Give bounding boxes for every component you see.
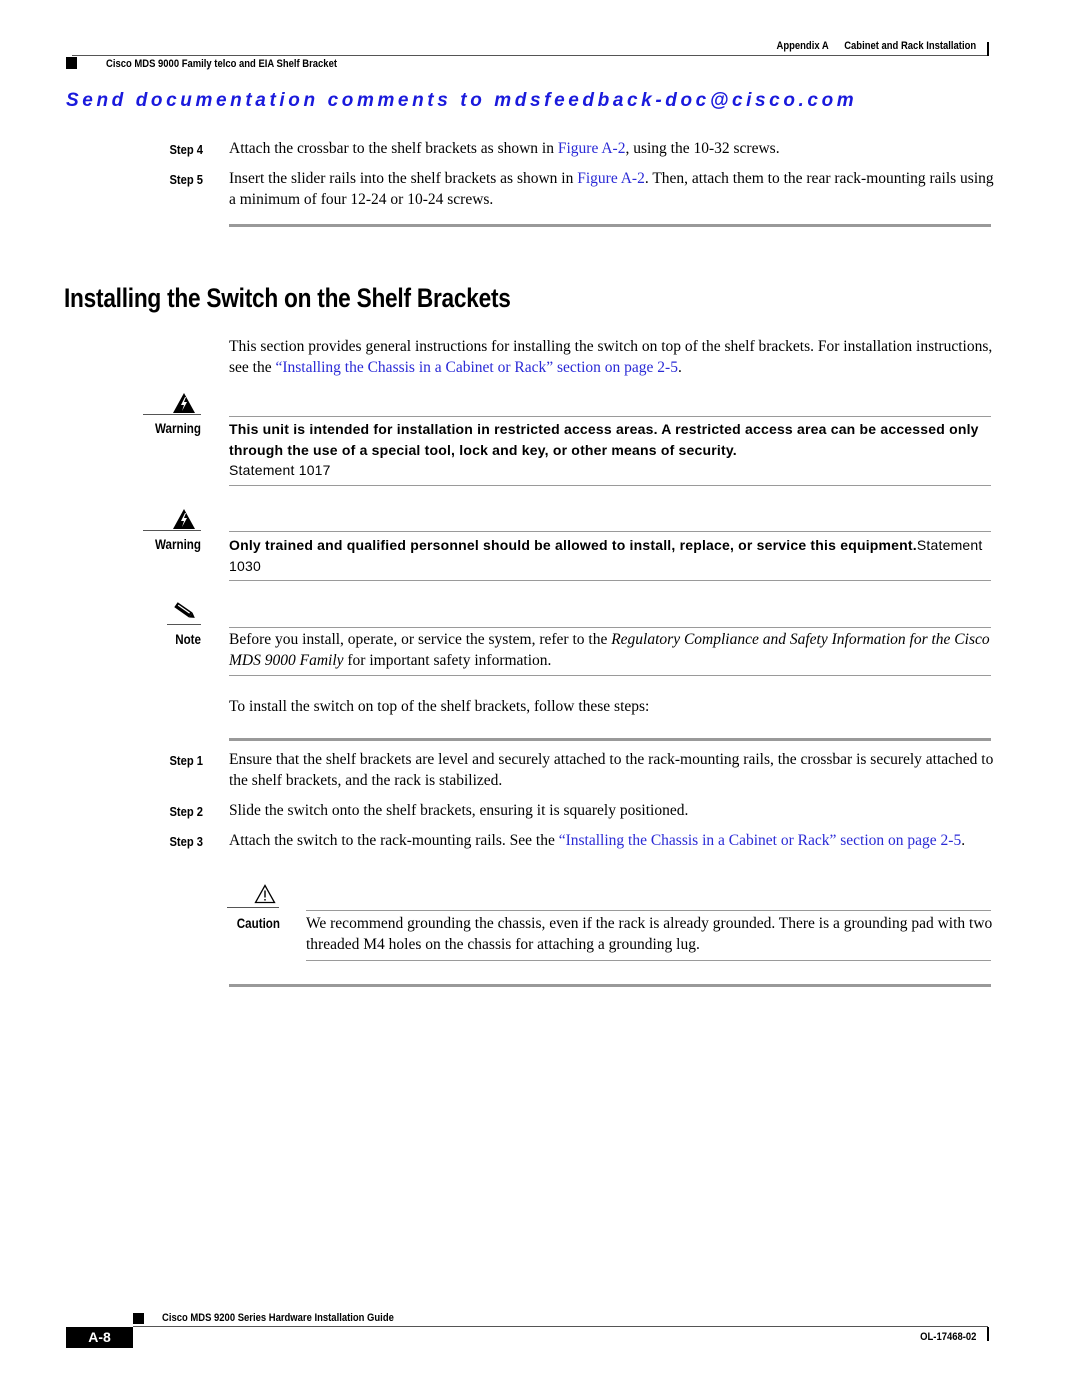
admonition-icon-rule <box>227 907 279 908</box>
chapter-title: Cabinet and Rack Installation <box>844 40 976 52</box>
warning-text: This unit is intended for installation i… <box>229 421 979 478</box>
warning-bottom-rule <box>229 485 991 486</box>
statement-number: Statement 1017 <box>229 462 331 478</box>
running-header-section: Cisco MDS 9000 Family telco and EIA Shel… <box>106 58 337 70</box>
caution-text: We recommend grounding the chassis, even… <box>306 915 993 953</box>
figure-link[interactable]: Figure A-2 <box>577 170 645 187</box>
step-text: Attach the switch to the rack-mounting r… <box>229 832 966 849</box>
caution-bottom-rule <box>306 960 991 961</box>
note-top-rule <box>229 627 991 628</box>
warning-lightning-icon <box>173 509 195 529</box>
admonition-icon-rule <box>167 624 201 625</box>
step-label: Step 1 <box>169 753 203 768</box>
note-text: Before you install, operate, or service … <box>229 631 990 669</box>
step-label: Step 3 <box>169 834 203 849</box>
procedure-start-rule <box>229 738 991 741</box>
appendix-label: Appendix A <box>776 40 829 52</box>
warning-bottom-rule <box>229 580 991 581</box>
pencil-icon <box>174 602 195 618</box>
warning-label: Warning <box>154 421 201 436</box>
page-number: A-8 <box>66 1327 133 1348</box>
footer-bar-marker <box>987 1327 989 1341</box>
admonition-icon-rule <box>143 530 201 531</box>
warning-top-rule <box>229 416 991 417</box>
footer-block-marker <box>133 1313 144 1324</box>
warning-lightning-icon <box>173 393 195 413</box>
step-text: Attach the crossbar to the shelf bracket… <box>229 140 780 157</box>
figure-link[interactable]: Figure A-2 <box>558 140 626 157</box>
procedure-end-rule <box>229 224 991 227</box>
caution-triangle-icon <box>254 884 276 904</box>
admonition-icon-rule <box>143 414 201 415</box>
footer-rule <box>133 1326 988 1327</box>
header-block-marker <box>66 57 77 69</box>
document-id: OL-17468-02 <box>919 1331 976 1343</box>
step-text: Ensure that the shelf brackets are level… <box>229 751 994 789</box>
header-rule <box>72 55 988 56</box>
procedure-intro: To install the switch on top of the shel… <box>229 698 650 715</box>
cross-reference-link[interactable]: “Installing the Chassis in a Cabinet or … <box>559 832 961 849</box>
footer-guide-title: Cisco MDS 9200 Series Hardware Installat… <box>162 1312 394 1324</box>
warning-text: Only trained and qualified personnel sho… <box>229 537 983 574</box>
step-label: Step 5 <box>169 172 203 187</box>
step-label: Step 4 <box>169 142 203 157</box>
note-bottom-rule <box>229 675 991 676</box>
caution-top-rule <box>306 910 991 911</box>
section-title: Installing the Switch on the Shelf Brack… <box>64 283 511 313</box>
step-text: Slide the switch onto the shelf brackets… <box>229 802 689 819</box>
header-bar-marker <box>987 42 989 56</box>
warning-top-rule <box>229 531 991 532</box>
caution-label: Caution <box>236 916 280 931</box>
procedure-end-rule <box>229 984 991 987</box>
running-header-chapter: Appendix A Cabinet and Rack Installation <box>776 40 976 52</box>
cross-reference-link[interactable]: “Installing the Chassis in a Cabinet or … <box>275 359 677 376</box>
feedback-link[interactable]: Send documentation comments to mdsfeedba… <box>66 90 857 112</box>
section-intro: This section provides general instructio… <box>229 338 993 376</box>
warning-label: Warning <box>154 537 201 552</box>
note-label: Note <box>175 632 201 647</box>
step-label: Step 2 <box>169 804 203 819</box>
step-text: Insert the slider rails into the shelf b… <box>229 170 994 208</box>
